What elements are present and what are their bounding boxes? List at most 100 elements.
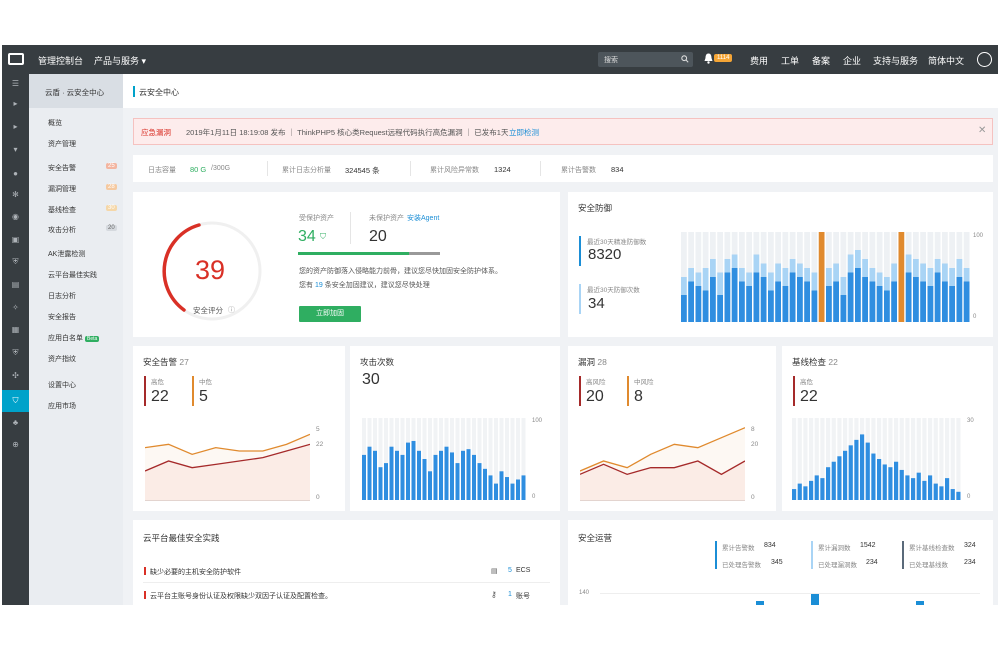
app-window: 管理控制台 产品与服务 ▾ 搜索 1114 费用 工单 备案 企业 支持与服务 … xyxy=(2,45,998,605)
nav-link-tickets[interactable]: 工单 xyxy=(781,54,799,67)
sidebar-item-overview[interactable]: 概览 xyxy=(48,118,62,128)
sidebar-item-attack[interactable]: 攻击分析 xyxy=(48,225,76,235)
sidebar-item-fingerprint[interactable]: 资产指纹 xyxy=(48,354,76,364)
avatar[interactable] xyxy=(977,52,992,67)
grid-icon[interactable]: ▦ xyxy=(10,324,21,335)
chevron-down-icon[interactable]: ▾ xyxy=(10,144,21,155)
divider xyxy=(143,582,550,583)
users-icon[interactable]: ♣ xyxy=(10,417,21,428)
sidebar-item-ak-leak[interactable]: AK泄露检测 xyxy=(48,249,85,259)
bar xyxy=(378,467,383,500)
harden-now-button[interactable]: 立即加固 xyxy=(299,306,361,322)
sidebar-item-market[interactable]: 应用市场 xyxy=(48,401,76,411)
score-value: 39 xyxy=(195,255,226,285)
gear-icon[interactable]: ✻ xyxy=(10,189,21,200)
alerts-axis-bottom: 0 xyxy=(316,494,320,501)
chevron-right-icon[interactable]: ▸ xyxy=(10,98,21,109)
bar xyxy=(406,442,410,500)
nav-link-enterprise[interactable]: 企业 xyxy=(843,54,861,67)
sidebar-item-best-practice[interactable]: 云平台最佳实践 xyxy=(48,270,97,280)
defense-bar xyxy=(739,281,745,322)
dot-icon[interactable]: ● xyxy=(10,168,21,179)
alerts-count-badge: 25 xyxy=(106,163,117,169)
vuln-axis-bottom: 0 xyxy=(751,494,755,501)
help-icon[interactable]: ⓘ xyxy=(228,305,235,315)
install-agent-link[interactable]: 安装Agent xyxy=(407,213,439,223)
emergency-text: 2019年1月11日 18:19:08 发布 ｜ ThinkPHP5 核心类Re… xyxy=(186,128,509,137)
rail-item-active[interactable]: ⛉ xyxy=(2,390,29,412)
bar xyxy=(922,480,927,500)
server-icon[interactable]: ▣ xyxy=(10,234,21,245)
detect-now-link[interactable]: 立即检测 xyxy=(509,127,539,138)
baseline-card: 基线检查 22 高危 22 30 0 xyxy=(782,346,993,511)
sidebar-item-alerts[interactable]: 安全告警 xyxy=(48,163,76,173)
menu-icon[interactable]: ☰ xyxy=(10,78,21,89)
search-icon[interactable] xyxy=(681,55,689,63)
ops-handled-vulns-value: 234 xyxy=(866,559,878,566)
key-icon: ⚷ xyxy=(491,590,497,599)
bar xyxy=(411,440,416,500)
baseline-high-value: 22 xyxy=(800,388,818,405)
aliyun-logo-icon[interactable] xyxy=(8,53,24,65)
bar xyxy=(373,450,377,500)
shield-check-icon: ⛉ xyxy=(320,232,326,241)
secondary-sidebar: 云盾 · 云安全中心 概览 资产管理 安全告警 25 漏洞管理 28 基线检查 … xyxy=(29,74,123,605)
mid-accent-bar xyxy=(627,376,629,406)
defense-bar xyxy=(731,268,738,322)
chevron-right-icon[interactable]: ▸ xyxy=(10,121,21,132)
sidebar-item-whitelist[interactable]: 应用白名单 Beta xyxy=(48,333,100,343)
bar xyxy=(400,454,405,500)
defense-bar xyxy=(688,281,694,322)
nav-link-billing[interactable]: 费用 xyxy=(750,54,768,67)
suggestion-count-link[interactable]: 19 xyxy=(315,282,323,289)
sidebar-item-log-analysis[interactable]: 日志分析 xyxy=(48,291,76,301)
search-input[interactable]: 搜索 xyxy=(598,52,693,67)
beta-badge: Beta xyxy=(85,336,100,342)
network-icon[interactable]: ✣ xyxy=(10,370,21,381)
shield-icon[interactable]: ⛨ xyxy=(10,256,21,267)
ops-handled-baseline-label: 已处理基线数 xyxy=(909,562,948,569)
nav-link-icp[interactable]: 备案 xyxy=(812,54,830,67)
alerts-card: 安全告警 27 高危 22 中危 5 5 22 0 xyxy=(133,346,345,511)
language-switch[interactable]: 简体中文 xyxy=(928,54,964,67)
score-label: 安全评分 xyxy=(193,306,223,315)
search-placeholder: 搜索 xyxy=(604,57,618,64)
desc-pre: 您有 xyxy=(299,282,313,289)
sidebar-item-settings[interactable]: 设置中心 xyxy=(48,380,76,390)
sidebar-item-vulns[interactable]: 漏洞管理 xyxy=(48,184,76,194)
ops-axis-top: 140 xyxy=(579,590,590,596)
alerts-line-chart xyxy=(145,433,310,501)
bell-icon[interactable] xyxy=(704,53,713,64)
log-capacity-label: 日志容量 xyxy=(148,167,176,174)
sidebar-item-report[interactable]: 安全报告 xyxy=(48,312,76,322)
download-icon[interactable]: ⊕ xyxy=(10,439,21,450)
practice-item-text[interactable]: 缺少必要的主机安全防护软件 xyxy=(150,567,241,577)
defense-bar-chart xyxy=(681,232,970,322)
close-icon[interactable]: ✕ xyxy=(978,125,986,136)
practice-item-count[interactable]: 1 xyxy=(508,591,512,598)
stats-bar: 日志容量 80 G /300G 累计日志分析量 324545 条 累计风险异常数… xyxy=(133,155,993,182)
monitor-icon[interactable]: ▤ xyxy=(10,279,21,290)
sidebar-item-baseline[interactable]: 基线检查 xyxy=(48,205,76,215)
products-menu[interactable]: 产品与服务 ▾ xyxy=(94,54,146,67)
attack-title: 攻击次数 xyxy=(360,357,395,367)
high-accent-bar xyxy=(579,376,581,406)
lock-shield-icon[interactable]: ⛨ xyxy=(10,347,21,358)
diamond-icon[interactable]: ✧ xyxy=(10,302,21,313)
bar xyxy=(362,454,366,500)
practice-item-count[interactable]: 5 xyxy=(508,567,512,574)
target-icon[interactable]: ◉ xyxy=(10,211,21,222)
vuln-mid-label: 中风险 xyxy=(634,379,654,386)
alerts-high-label: 高危 xyxy=(151,379,164,386)
baseline-bar-chart xyxy=(792,418,961,500)
practice-item-text[interactable]: 云平台主账号身份认证及权限缺少双因子认证及配置检查。 xyxy=(150,591,332,601)
defense-bar xyxy=(775,281,781,322)
defense-bar xyxy=(847,272,854,322)
console-link[interactable]: 管理控制台 xyxy=(38,54,83,67)
bar xyxy=(939,486,944,500)
vuln-card: 漏洞 28 高风险 20 中风险 8 8 20 0 xyxy=(568,346,776,511)
sidebar-item-assets[interactable]: 资产管理 xyxy=(48,139,76,149)
bar-track xyxy=(950,418,955,500)
nav-link-support[interactable]: 支持与服务 xyxy=(873,54,918,67)
notification-badge[interactable]: 1114 xyxy=(714,54,733,62)
